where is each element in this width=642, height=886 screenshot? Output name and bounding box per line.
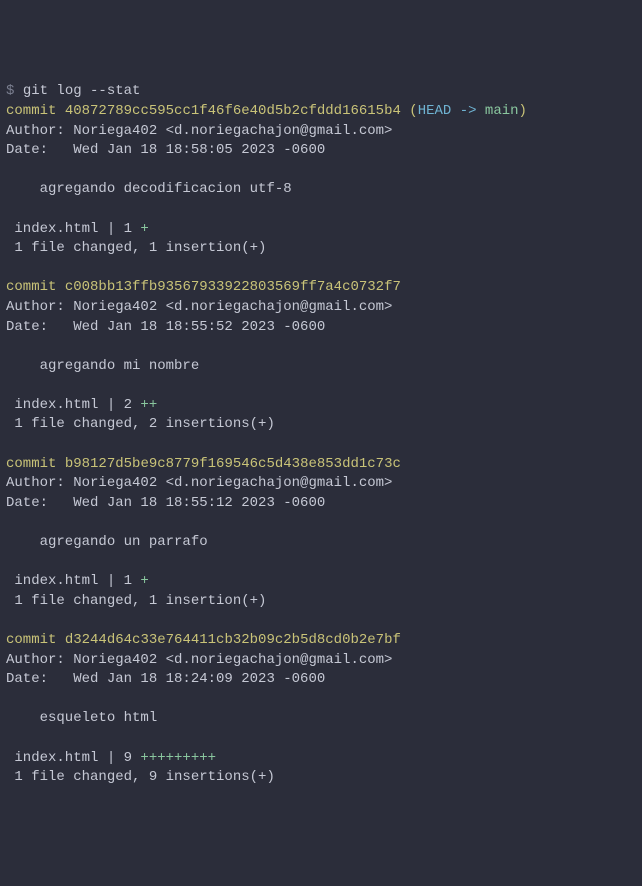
commit-hash: 40872789cc595cc1f46f6e40d5b2cfddd16615b4 bbox=[65, 103, 401, 119]
date-line: Date: Wed Jan 18 18:55:12 2023 -0600 bbox=[6, 494, 636, 514]
blank-line bbox=[6, 553, 636, 573]
head-ref: HEAD -> bbox=[418, 103, 485, 119]
blank-line bbox=[6, 200, 636, 220]
blank-line bbox=[6, 611, 636, 631]
stat-summary: 1 file changed, 9 insertions(+) bbox=[6, 768, 636, 788]
blank-line bbox=[6, 513, 636, 533]
stat-plus: + bbox=[140, 221, 148, 237]
commit-label: commit bbox=[6, 279, 56, 295]
stat-plus: ++ bbox=[140, 397, 157, 413]
date-line: Date: Wed Jan 18 18:55:52 2023 -0600 bbox=[6, 318, 636, 338]
stat-plus: +++++++++ bbox=[140, 750, 216, 766]
commit-hash: d3244d64c33e764411cb32b09c2b5d8cd0b2e7bf bbox=[65, 632, 401, 648]
terminal-output[interactable]: $ git log --statcommit 40872789cc595cc1f… bbox=[6, 82, 636, 787]
stat-file-line: index.html | 2 ++ bbox=[6, 396, 636, 416]
stat-file: index.html | 2 bbox=[6, 397, 140, 413]
blank-line bbox=[6, 376, 636, 396]
stat-file: index.html | 9 bbox=[6, 750, 140, 766]
commit-label: commit bbox=[6, 456, 56, 472]
stat-file-line: index.html | 9 +++++++++ bbox=[6, 749, 636, 769]
stat-file-line: index.html | 1 + bbox=[6, 572, 636, 592]
command-text: git log --stat bbox=[23, 83, 141, 99]
stat-plus: + bbox=[140, 573, 148, 589]
stat-summary: 1 file changed, 1 insertion(+) bbox=[6, 239, 636, 259]
date-line: Date: Wed Jan 18 18:24:09 2023 -0600 bbox=[6, 670, 636, 690]
blank-line bbox=[6, 729, 636, 749]
commit-message: agregando mi nombre bbox=[6, 357, 636, 377]
stat-file-line: index.html | 1 + bbox=[6, 220, 636, 240]
author-line: Author: Noriega402 <d.noriegachajon@gmai… bbox=[6, 474, 636, 494]
commit-label: commit bbox=[6, 632, 56, 648]
commit-message: agregando decodificacion utf-8 bbox=[6, 180, 636, 200]
author-line: Author: Noriega402 <d.noriegachajon@gmai… bbox=[6, 651, 636, 671]
commit-line: commit b98127d5be9c8779f169546c5d438e853… bbox=[6, 455, 636, 475]
author-line: Author: Noriega402 <d.noriegachajon@gmai… bbox=[6, 298, 636, 318]
date-line: Date: Wed Jan 18 18:58:05 2023 -0600 bbox=[6, 141, 636, 161]
stat-file: index.html | 1 bbox=[6, 573, 140, 589]
prompt-symbol: $ bbox=[6, 83, 14, 99]
blank-line bbox=[6, 259, 636, 279]
commit-line: commit c008bb13ffb93567933922803569ff7a4… bbox=[6, 278, 636, 298]
commit-hash: c008bb13ffb93567933922803569ff7a4c0732f7 bbox=[65, 279, 401, 295]
stat-file: index.html | 1 bbox=[6, 221, 140, 237]
prompt-line: $ git log --stat bbox=[6, 82, 636, 102]
author-line: Author: Noriega402 <d.noriegachajon@gmai… bbox=[6, 122, 636, 142]
blank-line bbox=[6, 435, 636, 455]
commit-label: commit bbox=[6, 103, 56, 119]
blank-line bbox=[6, 337, 636, 357]
commit-message: esqueleto html bbox=[6, 709, 636, 729]
branch-name: main bbox=[485, 103, 519, 119]
commit-hash: b98127d5be9c8779f169546c5d438e853dd1c73c bbox=[65, 456, 401, 472]
commit-line: commit 40872789cc595cc1f46f6e40d5b2cfddd… bbox=[6, 102, 636, 122]
commit-line: commit d3244d64c33e764411cb32b09c2b5d8cd… bbox=[6, 631, 636, 651]
ref-close: ) bbox=[519, 103, 527, 119]
stat-summary: 1 file changed, 2 insertions(+) bbox=[6, 415, 636, 435]
stat-summary: 1 file changed, 1 insertion(+) bbox=[6, 592, 636, 612]
blank-line bbox=[6, 161, 636, 181]
blank-line bbox=[6, 690, 636, 710]
commit-message: agregando un parrafo bbox=[6, 533, 636, 553]
ref-open: ( bbox=[401, 103, 418, 119]
